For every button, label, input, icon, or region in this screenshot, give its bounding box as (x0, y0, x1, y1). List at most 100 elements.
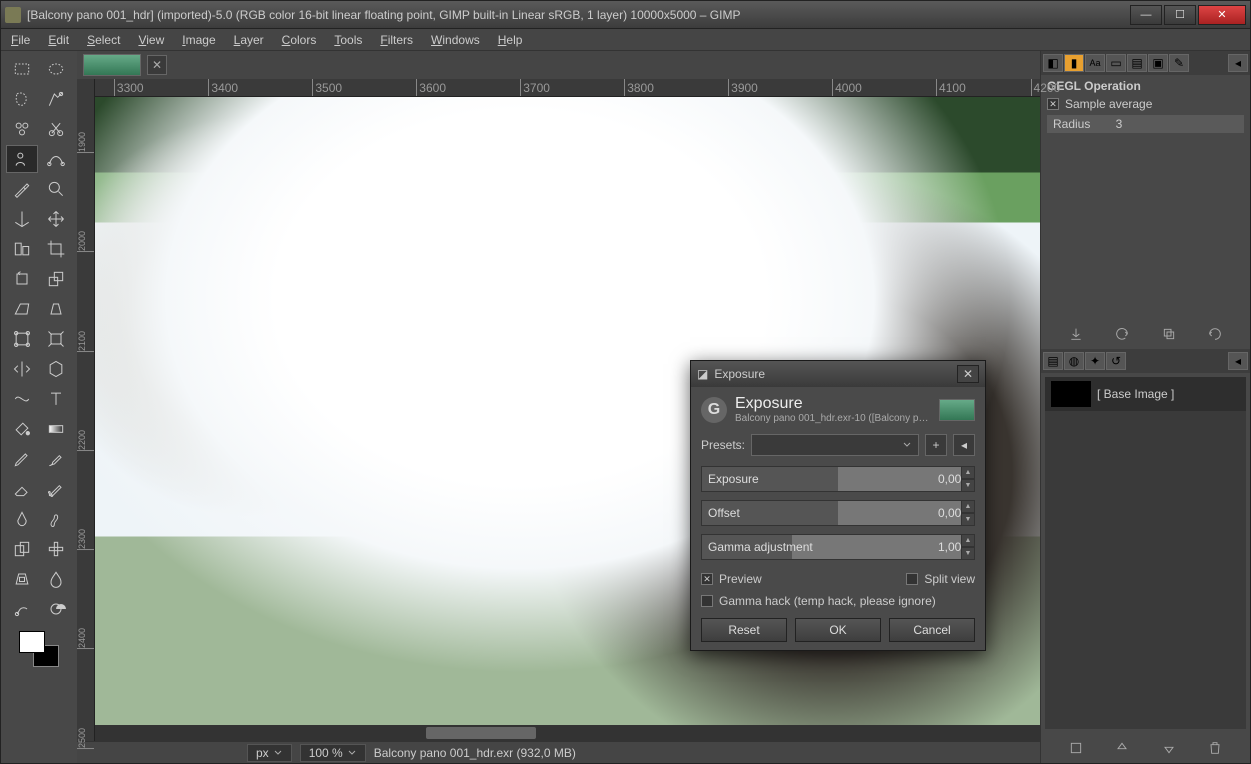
horizontal-ruler[interactable]: 3300 3400 3500 3600 3700 3800 3900 4000 … (95, 79, 1040, 97)
tool-pencil[interactable] (6, 445, 38, 473)
preview-checkbox[interactable]: ✕ (701, 573, 713, 585)
save-icon[interactable] (1068, 326, 1084, 342)
radius-input[interactable] (1094, 117, 1122, 131)
menu-edit[interactable]: Edit (48, 33, 69, 47)
spin-up-icon[interactable]: ▲ (961, 466, 975, 479)
duplicate-icon[interactable] (1161, 326, 1177, 342)
cancel-button[interactable]: Cancel (889, 618, 975, 642)
dock-tab[interactable]: ▤ (1127, 54, 1147, 72)
layers-tab-icon[interactable]: ▤ (1043, 352, 1063, 370)
tool-clone[interactable] (6, 535, 38, 563)
spin-up-icon[interactable]: ▲ (961, 534, 975, 547)
tool-smudge[interactable] (6, 595, 38, 623)
gamma-slider[interactable]: Gamma adjustment 1,000 ▲▼ (701, 534, 975, 560)
menu-view[interactable]: View (138, 33, 164, 47)
menu-select[interactable]: Select (87, 33, 120, 47)
dock-tab[interactable]: ▣ (1148, 54, 1168, 72)
fg-bg-colors[interactable] (19, 631, 59, 667)
menu-help[interactable]: Help (498, 33, 523, 47)
reset-button[interactable]: Reset (701, 618, 787, 642)
tool-airbrush[interactable] (40, 475, 72, 503)
preset-add-button[interactable]: + (925, 434, 947, 456)
tool-zoom[interactable] (40, 175, 72, 203)
tool-color-picker[interactable] (6, 175, 38, 203)
paths-tab-icon[interactable]: ✦ (1085, 352, 1105, 370)
tool-dodge-burn[interactable] (40, 595, 72, 623)
tool-blur[interactable] (40, 565, 72, 593)
tool-by-color-select[interactable] (6, 115, 38, 143)
channels-tab-icon[interactable]: ◍ (1064, 352, 1084, 370)
tool-scale[interactable] (40, 265, 72, 293)
tool-text[interactable] (40, 385, 72, 413)
menu-file[interactable]: File (11, 33, 30, 47)
undo-icon[interactable] (1207, 326, 1223, 342)
layer-item[interactable]: [ Base Image ] (1045, 377, 1246, 411)
menu-tools[interactable]: Tools (334, 33, 362, 47)
fg-color-swatch[interactable] (19, 631, 45, 653)
image-tab[interactable] (83, 54, 141, 76)
dialog-titlebar[interactable]: ◪ Exposure ✕ (691, 361, 985, 387)
tool-bucket-fill[interactable] (6, 415, 38, 443)
tool-mypaint-brush[interactable] (40, 505, 72, 533)
scrollbar-thumb[interactable] (426, 727, 536, 739)
refresh-icon[interactable] (1114, 326, 1130, 342)
tool-rect-select[interactable] (6, 55, 38, 83)
tool-eraser[interactable] (6, 475, 38, 503)
menu-image[interactable]: Image (182, 33, 215, 47)
dock-tab[interactable]: ▭ (1106, 54, 1126, 72)
tool-crop[interactable] (40, 235, 72, 263)
menu-colors[interactable]: Colors (282, 33, 317, 47)
tool-scissors[interactable] (40, 115, 72, 143)
delete-layer-icon[interactable] (1207, 740, 1223, 756)
menu-layer[interactable]: Layer (234, 33, 264, 47)
new-layer-icon[interactable] (1068, 740, 1084, 756)
dock-tab[interactable]: ✎ (1169, 54, 1189, 72)
horizontal-scrollbar[interactable] (95, 725, 1040, 741)
vertical-ruler[interactable]: 1900 2000 2100 2200 2300 2400 2500 (77, 79, 95, 741)
dock-tab[interactable]: Aa (1085, 54, 1105, 72)
tool-gradient[interactable] (40, 415, 72, 443)
image-tab-close-icon[interactable]: ✕ (147, 55, 167, 75)
dialog-close-button[interactable]: ✕ (957, 365, 979, 383)
menu-filters[interactable]: Filters (380, 33, 413, 47)
preset-menu-button[interactable]: ◂ (953, 434, 975, 456)
tool-ellipse-select[interactable] (40, 55, 72, 83)
ok-button[interactable]: OK (795, 618, 881, 642)
lower-layer-icon[interactable] (1161, 740, 1177, 756)
gamma-hack-checkbox[interactable] (701, 595, 713, 607)
tool-perspective-clone[interactable] (6, 565, 38, 593)
maximize-button[interactable]: ☐ (1164, 5, 1196, 25)
tool-rotate[interactable] (6, 265, 38, 293)
spin-down-icon[interactable]: ▼ (961, 547, 975, 560)
tool-move[interactable] (40, 205, 72, 233)
dock-tab[interactable]: ▮ (1064, 54, 1084, 72)
exposure-slider[interactable]: Exposure 0,000 ▲▼ (701, 466, 975, 492)
dock-menu-icon[interactable]: ◂ (1228, 352, 1248, 370)
tool-free-select[interactable] (6, 85, 38, 113)
tool-shear[interactable] (6, 295, 38, 323)
tool-unified-transform[interactable] (6, 325, 38, 353)
tool-warp[interactable] (6, 385, 38, 413)
spin-down-icon[interactable]: ▼ (961, 513, 975, 526)
history-tab-icon[interactable]: ↺ (1106, 352, 1126, 370)
dialog-image-thumb[interactable] (939, 399, 975, 421)
presets-combo[interactable] (751, 434, 919, 456)
spin-down-icon[interactable]: ▼ (961, 479, 975, 492)
tool-handle-transform[interactable] (40, 325, 72, 353)
tool-fuzzy-select[interactable] (40, 85, 72, 113)
minimize-button[interactable]: — (1130, 5, 1162, 25)
tool-flip[interactable] (6, 355, 38, 383)
split-view-checkbox[interactable] (906, 573, 918, 585)
dock-tab[interactable]: ◧ (1043, 54, 1063, 72)
zoom-selector[interactable]: 100 % (300, 744, 366, 762)
tool-paths[interactable] (40, 145, 72, 173)
tool-perspective[interactable] (40, 295, 72, 323)
tool-foreground-select[interactable] (6, 145, 38, 173)
tool-measure[interactable] (6, 205, 38, 233)
tool-paintbrush[interactable] (40, 445, 72, 473)
raise-layer-icon[interactable] (1114, 740, 1130, 756)
unit-selector[interactable]: px (247, 744, 292, 762)
tool-ink[interactable] (6, 505, 38, 533)
tool-align[interactable] (6, 235, 38, 263)
tool-cage[interactable] (40, 355, 72, 383)
